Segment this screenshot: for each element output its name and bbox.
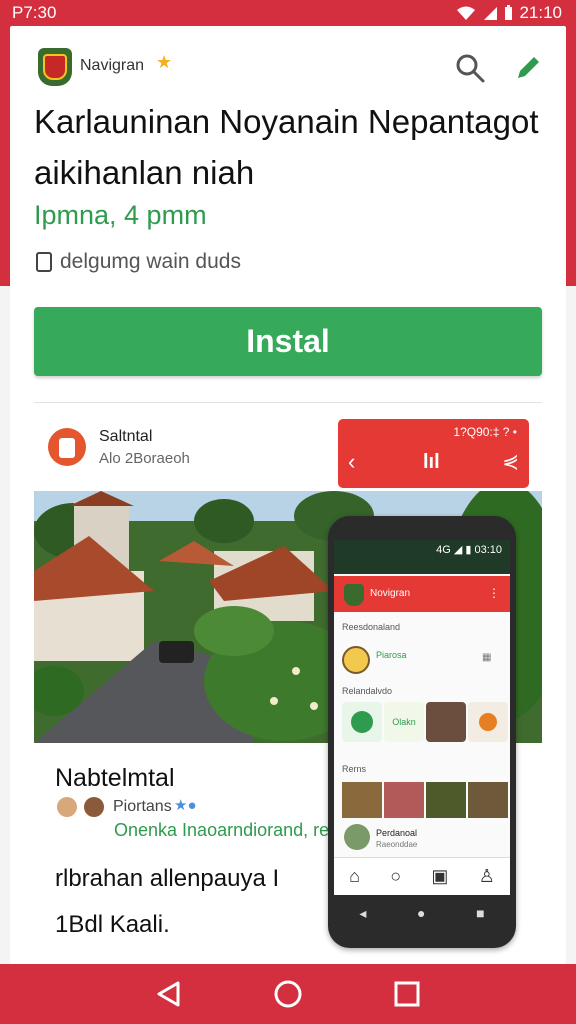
author-avatar [57, 797, 77, 817]
media-icon[interactable]: ▣ [431, 866, 448, 887]
install-button[interactable]: Instal [34, 307, 542, 376]
option-checkbox[interactable] [36, 252, 52, 272]
phone-bottom-nav: ⌂ ○ ▣ ♙ [334, 857, 510, 895]
signal-icon [484, 7, 498, 20]
post-link[interactable]: Onenka Inaoarndiorand, re [114, 820, 328, 841]
phone-app-bar: Novigran ⋮ [334, 576, 510, 612]
floating-toolbar: 1?Q90:‡ ? • ‹ lıl ⋞ [338, 419, 529, 488]
back-icon[interactable] [154, 979, 184, 1009]
status-clock: 21:10 [519, 3, 562, 22]
share-icon[interactable]: ⋞ [502, 449, 519, 474]
phone-tile-2[interactable]: Olakn [384, 702, 424, 742]
status-time: P7:30 [12, 3, 57, 22]
profile-icon[interactable]: ♙ [479, 866, 495, 887]
phone-app-title: Novigran [370, 588, 411, 599]
post-body: rlbrahan allenpauya I 1Bdl Kaali. [55, 865, 280, 938]
phone-grid-icon: ▦ [482, 652, 492, 663]
phone-user2-sub: Raeonddae [376, 840, 418, 849]
checkbox-label: delgumg wain duds [60, 250, 241, 273]
phone-screen: 4G ◢ ▮ 03:10 Novigran ⋮ Reesdonaland Pia… [334, 540, 510, 895]
phone-back-icon[interactable]: ◂ [359, 905, 366, 922]
phone-section-3: Rerns [342, 764, 367, 774]
post-title: Nabtelmtal [55, 764, 175, 792]
app-subtitle: Ipmna, 4 pmm [34, 200, 207, 230]
star-icon: ★ [156, 52, 173, 72]
phone-tile-4[interactable] [468, 702, 508, 742]
phone-home-icon[interactable]: ● [417, 905, 425, 921]
back-arrow-icon[interactable]: ‹ [348, 449, 355, 475]
chat-icon[interactable]: ○ [390, 866, 401, 887]
search-button[interactable] [454, 52, 486, 84]
phone-tile-3[interactable] [426, 702, 466, 742]
system-nav-bar [0, 964, 576, 1024]
search-icon [456, 54, 485, 83]
phone-thumb-1[interactable] [342, 782, 382, 818]
edit-button[interactable] [512, 52, 544, 84]
divider [34, 402, 542, 403]
phone-status-text: 4G ◢ ▮ 03:10 [436, 544, 502, 556]
phone-thumb-4[interactable] [468, 782, 508, 818]
phone-section-2: Relandalvdo [342, 686, 393, 696]
app-title: Karlauninan Noyanain Nepantagot aikihanl… [34, 103, 539, 191]
wifi-icon [457, 6, 476, 20]
publisher-meta: Alo 2Boraeoh [99, 450, 190, 467]
phone-app-logo [344, 584, 364, 606]
battery-icon [505, 5, 513, 20]
phone-thumb-3[interactable] [426, 782, 466, 818]
phone-thumb-2[interactable] [384, 782, 424, 818]
brand-name: Navigran [80, 57, 145, 74]
phone-user-avatar [342, 646, 370, 674]
home-icon[interactable]: ⌂ [349, 866, 360, 887]
publisher-avatar [48, 428, 86, 466]
phone-user-name: Piarosa [376, 650, 407, 660]
phone-user2-name: Perdanoal [376, 828, 418, 838]
post-author[interactable]: Piortans [113, 798, 172, 816]
app-logo [38, 48, 72, 86]
phone-system-nav: ◂ ● ■ [334, 898, 510, 928]
phone-tile-1[interactable] [342, 702, 382, 742]
phone-section-1: Reesdonaland [342, 622, 401, 632]
phone-status-bar: 4G ◢ ▮ 03:10 [334, 540, 510, 574]
pencil-icon [518, 57, 539, 78]
status-bar: P7:30 21:10 [0, 0, 576, 26]
publisher-name: Saltntal [99, 428, 153, 445]
toolbar-center-icon[interactable]: lıl [423, 451, 440, 474]
phone-recent-icon[interactable]: ■ [476, 905, 484, 921]
toolbar-status: 1?Q90:‡ ? • [453, 425, 517, 439]
verified-badge-icon: ★● [174, 797, 197, 814]
recents-icon[interactable] [392, 979, 422, 1009]
phone-user2-avatar [344, 824, 370, 850]
author-avatar-2 [84, 797, 104, 817]
kebab-menu-icon[interactable]: ⋮ [488, 586, 500, 600]
home-circle-icon[interactable] [273, 979, 303, 1009]
